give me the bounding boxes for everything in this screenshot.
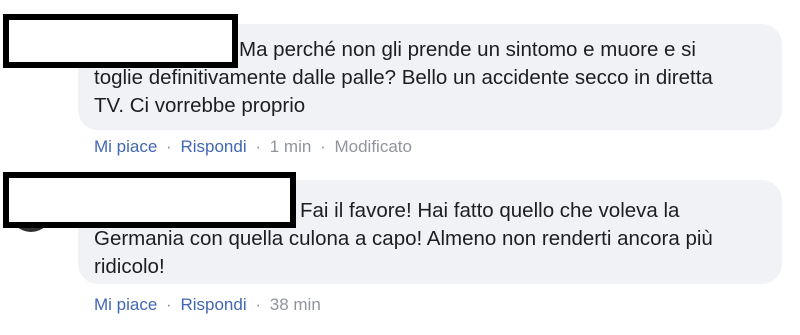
- comment-timestamp[interactable]: 38 min: [270, 295, 321, 314]
- comment-timestamp[interactable]: 1 min: [270, 137, 312, 156]
- like-link[interactable]: Mi piace: [94, 137, 157, 156]
- separator: ·: [255, 137, 262, 156]
- comments-panel: Ma perché non gli prende un sintomo e mu…: [0, 0, 800, 335]
- redaction-box: [3, 172, 296, 228]
- comment-text-line: Ma perché non gli prende un sintomo e mu…: [239, 38, 696, 61]
- redaction-box: [3, 14, 238, 68]
- separator: ·: [255, 295, 262, 314]
- reply-link[interactable]: Rispondi: [180, 137, 246, 156]
- comment-text-line: ridicolo!: [94, 255, 165, 278]
- comment-text-line: Fai il favore! Hai fatto quello che vole…: [300, 199, 680, 222]
- comment-text-line: toglie definitivamente dalle palle? Bell…: [94, 66, 713, 89]
- comment-actions: Mi piace · Rispondi · 38 min: [94, 295, 321, 315]
- separator: ·: [320, 137, 326, 156]
- comment-actions: Mi piace · Rispondi · 1 min · Modificato: [94, 137, 412, 157]
- like-link[interactable]: Mi piace: [94, 295, 157, 314]
- separator: ·: [166, 137, 172, 156]
- reply-link[interactable]: Rispondi: [180, 295, 246, 314]
- comment-text-line: Germania con quella culona a capo! Almen…: [94, 227, 713, 250]
- edited-label[interactable]: Modificato: [334, 137, 411, 156]
- separator: ·: [166, 295, 172, 314]
- comment-text-line: TV. Ci vorrebbe proprio: [94, 94, 306, 117]
